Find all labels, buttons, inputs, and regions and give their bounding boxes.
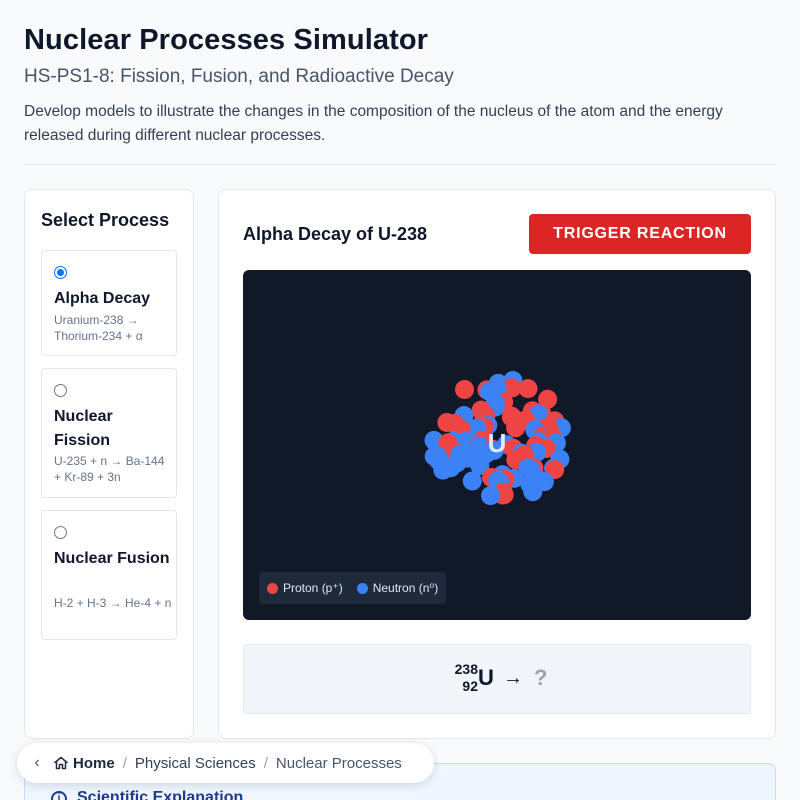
nucleus-visual: U: [424, 371, 571, 506]
process-sidebar: Select Process Alpha Decay Uranium-238 →…: [24, 189, 194, 739]
proton-dot-icon: [267, 582, 278, 594]
page-subtitle: HS-PS1-8: Fission, Fusion, and Radioacti…: [24, 66, 454, 87]
process-option-name: Nuclear Fusion: [54, 550, 170, 567]
info-icon: i: [51, 791, 67, 800]
home-icon: [54, 756, 68, 770]
proton-particle: [518, 379, 538, 399]
nuclear-fusion-radio[interactable]: [54, 526, 67, 539]
process-option-alpha-decay[interactable]: Alpha Decay Uranium-238 → Thorium-234 + …: [41, 250, 177, 356]
legend-neutron-label: Neutron (n⁰): [372, 581, 439, 595]
breadcrumb: ‹ Home / Physical Sciences / Nuclear Pro…: [17, 743, 434, 783]
breadcrumb-home[interactable]: Home: [53, 755, 115, 772]
page: Nuclear Processes Simulator HS-PS1-8: Fi…: [0, 0, 800, 800]
neutron-dot-icon: [356, 582, 368, 594]
legend-item-neutron: Neutron (n⁰): [356, 581, 439, 595]
sidebar-heading: Select Process: [41, 210, 170, 230]
process-option-equation: U-235 + n → Ba-144 + Kr-89 + 3n: [54, 454, 165, 484]
breadcrumb-separator: /: [122, 754, 127, 772]
breadcrumb-home-label: Home: [73, 754, 115, 772]
breadcrumb-separator: /: [263, 754, 268, 772]
alpha-decay-radio[interactable]: [54, 266, 67, 279]
simulation-panel: Alpha Decay of U-238 TRIGGER REACTION U …: [218, 189, 776, 739]
trigger-reaction-button[interactable]: TRIGGER REACTION: [529, 214, 751, 254]
unknown-product: ?: [534, 665, 548, 690]
proton-particle: [506, 418, 526, 438]
header-divider: [24, 164, 776, 165]
breadcrumb-category[interactable]: Physical Sciences: [135, 755, 256, 772]
page-title: Nuclear Processes Simulator: [24, 24, 429, 56]
reaction-arrow: →: [503, 667, 523, 689]
nuclear-fission-radio[interactable]: [54, 384, 67, 397]
simulation-canvas: U Proton (p⁺) Neutron (n⁰): [243, 270, 751, 620]
nucleus-symbol: U: [488, 428, 507, 458]
element-symbol: U: [478, 665, 494, 690]
neutron-particle: [462, 471, 482, 491]
breadcrumb-current: Nuclear Processes: [275, 754, 402, 772]
neutron-particle: [433, 460, 453, 480]
simulation-heading: Alpha Decay of U-238: [243, 224, 428, 244]
process-option-equation: H-2 + H-3 → He-4 + n: [54, 596, 172, 610]
legend-proton-label: Proton (p⁺): [283, 581, 343, 595]
process-option-equation: Uranium-238 → Thorium-234 + α: [54, 313, 143, 343]
page-description: Develop models to illustrate the changes…: [24, 103, 723, 144]
neutron-particle: [481, 486, 500, 506]
mass-number: 238: [454, 661, 478, 677]
process-option-nuclear-fusion[interactable]: Nuclear Fusion H-2 + H-3 → He-4 + n: [41, 510, 177, 640]
process-option-nuclear-fission[interactable]: Nuclear Fission U-235 + n → Ba-144 + Kr-…: [41, 368, 177, 498]
proton-particle: [455, 380, 474, 399]
atomic-number: 92: [462, 678, 478, 694]
legend-item-proton: Proton (p⁺): [267, 581, 343, 595]
process-option-name: Alpha Decay: [54, 290, 151, 307]
chevron-left-icon[interactable]: ‹: [17, 754, 53, 772]
neutron-particle: [523, 482, 543, 502]
explanation-title: Scientific Explanation: [77, 789, 244, 800]
isotope-numbers: 238 92: [444, 661, 478, 695]
reaction-equation: 238 92 U → ?: [243, 644, 751, 714]
particle-legend: Proton (p⁺) Neutron (n⁰): [259, 572, 447, 604]
process-option-name: Nuclear Fission: [54, 408, 113, 449]
